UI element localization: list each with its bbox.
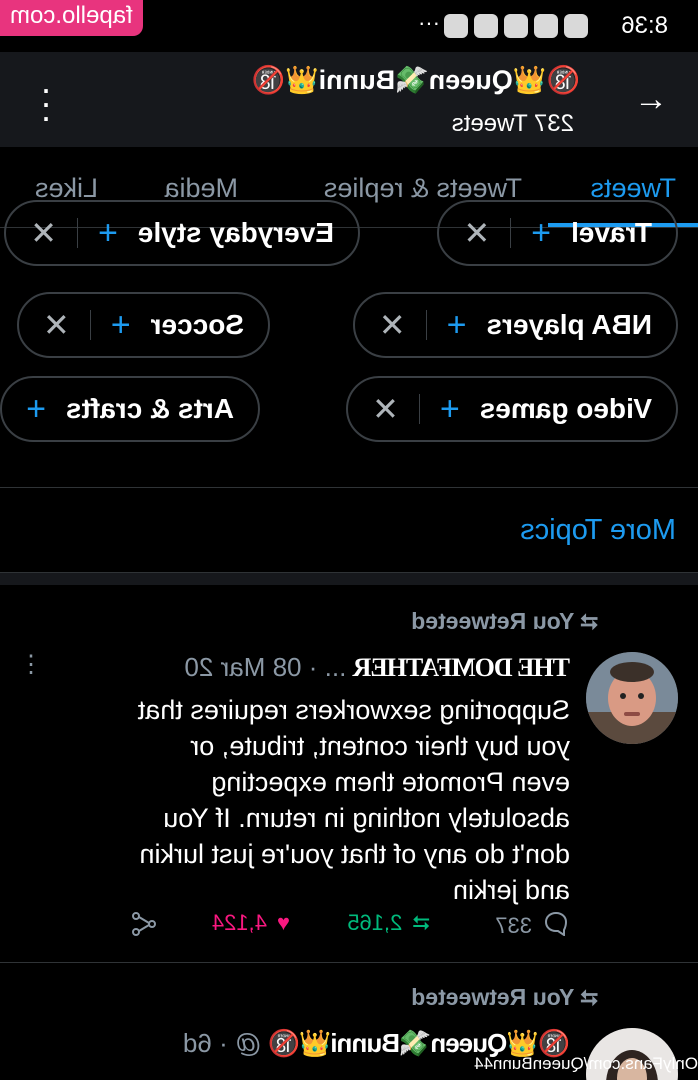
tweet-more-icon[interactable]: ⋮ [19,650,43,679]
retweeted-indicator: ⮂ You Retweeted [411,984,598,1011]
profile-header: ← 🔞👑Queen💸Bunni👑🔞 237 Tweets · · · [0,52,698,147]
follow-plus-icon[interactable]: + [98,214,118,253]
watermark: fapello.com [0,0,143,36]
follow-plus-icon[interactable]: + [531,214,551,253]
more-options-icon[interactable]: · · · [40,68,52,137]
retweeted-label: You Retweeted [411,608,575,634]
divider [0,487,698,488]
retweet-icon: ⮂ [580,609,598,634]
topic-chip[interactable]: Video games + ✕ [346,376,678,442]
chip-divider [77,218,78,248]
topic-chip[interactable]: Everyday style + ✕ [4,200,360,266]
status-time: 8:36 [621,12,668,39]
retweet-button[interactable]: ⮂ 2,165 [347,910,430,936]
topic-chip[interactable]: Arts & crafts + [0,376,260,442]
topic-chip-label: Soccer [150,309,244,340]
dismiss-close-icon[interactable]: ✕ [43,306,70,344]
tweet-author[interactable]: THE DOMFATHER [354,653,570,682]
chip-divider [418,394,420,424]
tweet-date: 6d [182,1028,212,1058]
retweet-icon: ⮂ [580,985,598,1010]
retweeted-indicator: ⮂ You Retweeted [411,608,598,635]
tweet-text: Supporting sexworkers requires that you … [137,695,570,905]
retweeted-label: You Retweeted [411,984,575,1010]
notification-icon [474,14,498,38]
chip-divider [510,218,512,248]
heart-icon: ♥ [276,910,290,935]
back-arrow-icon[interactable]: ← [634,80,668,119]
dismiss-close-icon[interactable]: ✕ [463,214,490,252]
tweet-header: THE DOMFATHER ... · 08 Mar 20 [184,652,570,682]
tweet-ellipsis: ... [324,652,347,682]
topic-chip-label: Video games [479,393,652,424]
topic-chip-label: Travel [571,217,652,248]
notification-icon [564,14,588,38]
section-separator [0,572,698,585]
more-notifications-icon: ··· [418,10,440,35]
reply-count: 337 [495,913,532,938]
more-topics-link[interactable]: More Topics [520,514,676,547]
follow-plus-icon[interactable]: + [111,306,131,345]
bottom-watermark: OnlyFans.com/QueenBunn44 [474,1054,698,1073]
topic-chip-label: NBA players [486,309,652,340]
share-icon [130,910,158,944]
topic-chip[interactable]: NBA players + ✕ [352,292,678,358]
topic-chip-label: Everyday style [137,217,334,248]
follow-plus-icon[interactable]: + [447,306,467,345]
notification-icon [504,14,528,38]
retweet-count: 2,165 [347,910,403,935]
tweet-count: 237 Tweets [451,110,574,137]
tweet-handle: @ [234,1028,262,1058]
notification-icon [534,14,558,38]
follow-plus-icon[interactable]: + [440,390,460,429]
chip-divider [89,310,91,340]
reply-icon [542,910,570,942]
dismiss-close-icon[interactable]: ✕ [30,214,57,252]
like-count: 4,124 [211,910,267,935]
topic-chip[interactable]: Travel + ✕ [437,200,678,266]
tweet-date: 08 Mar 20 [184,652,302,682]
reply-button[interactable]: 337 [495,910,570,942]
share-button[interactable] [130,910,158,944]
like-button[interactable]: ♥ 4,124 [212,910,290,936]
divider [0,962,698,963]
tweet-actions: 337 ⮂ 2,165 ♥ 4,124 [130,910,570,944]
dismiss-close-icon[interactable]: ✕ [379,306,406,344]
avatar-image [586,652,678,744]
chip-divider [425,310,427,340]
topic-chip-label: Arts & crafts [65,393,234,424]
notification-icons [444,14,588,38]
follow-plus-icon[interactable]: + [26,390,46,429]
notification-icon [444,14,468,38]
screen: 8:36 ··· ▯ ← 🔞👑Queen💸Bunni👑🔞 237 Tweets … [0,0,698,1080]
topic-chip[interactable]: Soccer + ✕ [16,292,270,358]
retweet-icon: ⮂ [412,910,430,935]
dismiss-close-icon[interactable]: ✕ [372,390,399,428]
profile-name: 🔞👑Queen💸Bunni👑🔞 [251,65,580,95]
avatar[interactable] [586,652,678,744]
